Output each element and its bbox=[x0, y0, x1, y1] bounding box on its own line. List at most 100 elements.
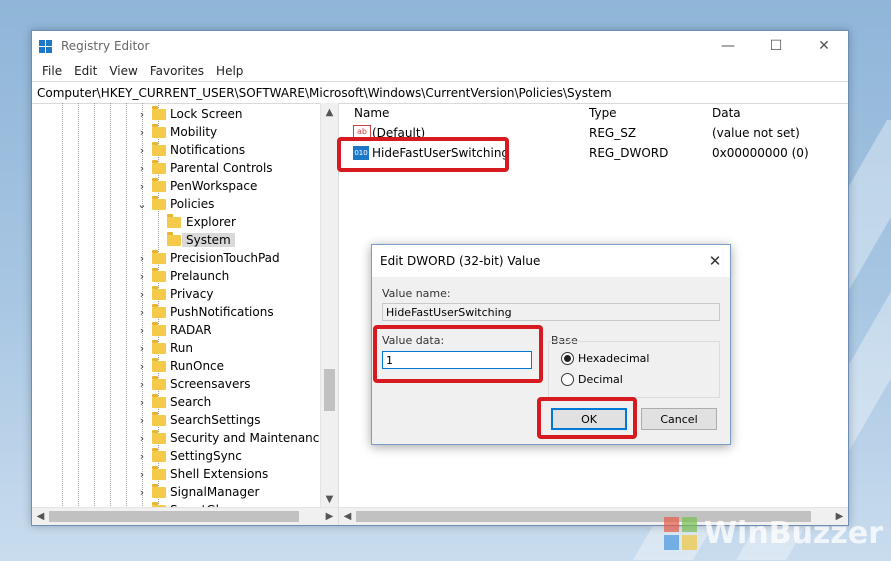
chevron-right-icon[interactable]: › bbox=[137, 360, 147, 373]
folder-icon bbox=[152, 195, 166, 210]
folder-icon bbox=[152, 105, 166, 120]
tree-item-label: Explorer bbox=[186, 215, 236, 229]
tree-item[interactable]: ⌄ Policies bbox=[32, 195, 321, 213]
chevron-right-icon[interactable]: › bbox=[137, 144, 147, 157]
tree-item[interactable]: › SettingSync bbox=[32, 447, 321, 465]
folder-icon bbox=[152, 429, 166, 444]
dialog-title-bar[interactable]: Edit DWORD (32-bit) Value ✕ bbox=[372, 245, 730, 277]
tree-item[interactable]: › Lock Screen bbox=[32, 105, 321, 123]
scrollbar-thumb[interactable] bbox=[324, 369, 335, 411]
chevron-right-icon[interactable]: › bbox=[137, 378, 147, 391]
chevron-right-icon[interactable]: › bbox=[137, 306, 147, 319]
tree-item-label: Parental Controls bbox=[170, 161, 273, 175]
tree-item-label: Run bbox=[170, 341, 194, 355]
window-title: Registry Editor bbox=[61, 39, 150, 53]
value-name-field: HideFastUserSwitching bbox=[382, 303, 720, 321]
column-data[interactable]: Data bbox=[712, 106, 741, 120]
folder-icon bbox=[152, 483, 166, 498]
scroll-left-icon[interactable]: ◀ bbox=[32, 511, 49, 522]
menu-help[interactable]: Help bbox=[210, 64, 249, 78]
tree-item[interactable]: › Notifications bbox=[32, 141, 321, 159]
chevron-right-icon[interactable]: › bbox=[137, 432, 147, 445]
registry-tree-pane[interactable]: › Lock Screen › Mobility › Notifications › Pare… bbox=[32, 103, 339, 525]
value-row[interactable]: 010 HideFastUserSwitching REG_DWORD 0x00… bbox=[339, 143, 848, 163]
hexadecimal-label: Hexadecimal bbox=[578, 352, 650, 365]
minimize-button[interactable]: — bbox=[704, 31, 752, 61]
tree-item[interactable]: › PenWorkspace bbox=[32, 177, 321, 195]
column-name[interactable]: Name bbox=[354, 106, 389, 120]
scroll-left-icon[interactable]: ◀ bbox=[339, 511, 356, 522]
chevron-right-icon[interactable]: › bbox=[137, 324, 147, 337]
tree-item[interactable]: › RunOnce bbox=[32, 357, 321, 375]
ok-button[interactable]: OK bbox=[551, 408, 627, 430]
base-groupbox bbox=[548, 341, 720, 398]
tree-item[interactable]: › Shell Extensions bbox=[32, 465, 321, 483]
tree-item[interactable]: › SignalManager bbox=[32, 483, 321, 501]
title-bar[interactable]: Registry Editor — ☐ ✕ bbox=[32, 31, 848, 61]
menu-view[interactable]: View bbox=[103, 64, 143, 78]
chevron-right-icon[interactable]: › bbox=[137, 468, 147, 481]
chevron-right-icon[interactable]: › bbox=[137, 450, 147, 463]
tree-item[interactable]: › Search bbox=[32, 393, 321, 411]
value-data-label: Value data: bbox=[382, 334, 445, 347]
dialog-close-icon[interactable]: ✕ bbox=[700, 252, 730, 270]
folder-icon bbox=[152, 375, 166, 390]
tree-item[interactable]: › Mobility bbox=[32, 123, 321, 141]
chevron-right-icon[interactable]: › bbox=[137, 252, 147, 265]
cancel-button[interactable]: Cancel bbox=[641, 408, 717, 430]
menu-file[interactable]: File bbox=[36, 64, 68, 78]
tree-item-label: Prelaunch bbox=[170, 269, 230, 283]
menu-favorites[interactable]: Favorites bbox=[144, 64, 210, 78]
folder-icon bbox=[152, 123, 166, 138]
tree-item[interactable]: › Parental Controls bbox=[32, 159, 321, 177]
scroll-right-icon[interactable]: ▶ bbox=[321, 511, 338, 522]
tree-horizontal-scrollbar[interactable]: ◀ ▶ bbox=[32, 507, 338, 525]
tree-item-label: Security and Maintenance bbox=[170, 431, 327, 445]
tree-item[interactable]: › Privacy bbox=[32, 285, 321, 303]
chevron-right-icon[interactable]: › bbox=[137, 288, 147, 301]
value-data-input[interactable]: 1 bbox=[382, 351, 532, 369]
chevron-right-icon[interactable]: › bbox=[137, 342, 147, 355]
chevron-right-icon[interactable]: › bbox=[137, 162, 147, 175]
chevron-right-icon[interactable]: › bbox=[137, 108, 147, 121]
tree-item[interactable]: › PrecisionTouchPad bbox=[32, 249, 321, 267]
winbuzzer-watermark: WinBuzzer bbox=[663, 516, 883, 551]
tree-item[interactable]: Explorer bbox=[32, 213, 321, 231]
hexadecimal-radio[interactable]: Hexadecimal bbox=[561, 352, 649, 365]
tree-list: › Lock Screen › Mobility › Notifications › Pare… bbox=[32, 105, 327, 519]
tree-item[interactable]: System bbox=[32, 231, 321, 249]
chevron-right-icon[interactable]: › bbox=[137, 396, 147, 409]
maximize-button[interactable]: ☐ bbox=[752, 31, 800, 61]
tree-item-label: Search bbox=[170, 395, 212, 409]
column-type[interactable]: Type bbox=[589, 106, 617, 120]
scroll-down-icon[interactable]: ▼ bbox=[321, 490, 338, 508]
tree-item-label: PenWorkspace bbox=[170, 179, 258, 193]
scrollbar-thumb[interactable] bbox=[49, 511, 299, 522]
tree-item[interactable]: › Run bbox=[32, 339, 321, 357]
scroll-up-icon[interactable]: ▲ bbox=[321, 103, 338, 121]
value-row[interactable]: ab (Default) REG_SZ (value not set) bbox=[339, 123, 848, 143]
chevron-right-icon[interactable]: › bbox=[137, 270, 147, 283]
decimal-radio[interactable]: Decimal bbox=[561, 373, 623, 386]
tree-item[interactable]: › Prelaunch bbox=[32, 267, 321, 285]
tree-item-label: RADAR bbox=[170, 323, 212, 337]
address-bar[interactable]: Computer\HKEY_CURRENT_USER\SOFTWARE\Micr… bbox=[32, 81, 848, 104]
value-data: (value not set) bbox=[712, 126, 800, 140]
registry-editor-icon bbox=[39, 38, 55, 54]
tree-item-label: Shell Extensions bbox=[170, 467, 269, 481]
chevron-right-icon[interactable]: › bbox=[137, 126, 147, 139]
tree-item[interactable]: › PushNotifications bbox=[32, 303, 321, 321]
chevron-right-icon[interactable]: › bbox=[137, 180, 147, 193]
chevron-right-icon[interactable]: › bbox=[137, 486, 147, 499]
tree-item[interactable]: › SearchSettings bbox=[32, 411, 321, 429]
tree-item[interactable]: › Screensavers bbox=[32, 375, 321, 393]
tree-item[interactable]: › RADAR bbox=[32, 321, 321, 339]
close-button[interactable]: ✕ bbox=[800, 31, 848, 61]
address-path[interactable]: Computer\HKEY_CURRENT_USER\SOFTWARE\Micr… bbox=[37, 86, 612, 100]
chevron-right-icon[interactable]: › bbox=[137, 414, 147, 427]
menu-edit[interactable]: Edit bbox=[68, 64, 103, 78]
tree-vertical-scrollbar[interactable]: ▲ ▼ bbox=[320, 103, 338, 508]
tree-item[interactable]: › Security and Maintenance bbox=[32, 429, 327, 447]
value-data: 0x00000000 (0) bbox=[712, 146, 809, 160]
chevron-down-icon[interactable]: ⌄ bbox=[137, 198, 147, 211]
